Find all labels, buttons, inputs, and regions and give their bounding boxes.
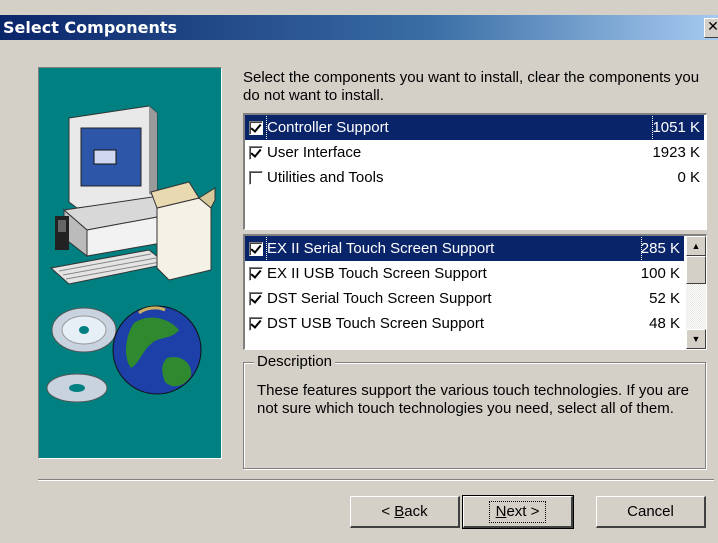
component-row-utilities-and-tools[interactable]: Utilities and Tools 0 K bbox=[245, 165, 704, 190]
scroll-up-button[interactable]: ▲ bbox=[686, 236, 706, 256]
subcomponents-list[interactable]: EX II Serial Touch Screen Support 285 K … bbox=[243, 234, 707, 350]
subcomponent-checkbox[interactable] bbox=[249, 266, 263, 281]
title-bar[interactable]: Select Components ✕ bbox=[0, 15, 718, 40]
subcomponents-scrollbar[interactable]: ▲ ▼ bbox=[686, 236, 706, 349]
component-label: User Interface bbox=[267, 144, 362, 161]
scroll-thumb[interactable] bbox=[686, 256, 706, 284]
computer-and-globe-illustration bbox=[46, 105, 216, 403]
next-mnemonic: N bbox=[495, 503, 507, 520]
cancel-button[interactable]: Cancel bbox=[596, 496, 706, 528]
description-legend: Description bbox=[254, 353, 336, 370]
subcomponent-label: DST Serial Touch Screen Support bbox=[267, 290, 492, 307]
back-prefix: < bbox=[381, 503, 395, 520]
component-size: 0 K bbox=[677, 169, 700, 186]
select-components-dialog: Select Components ✕ Select the component… bbox=[0, 0, 718, 543]
component-checkbox[interactable] bbox=[249, 145, 263, 160]
subcomponent-label: DST USB Touch Screen Support bbox=[267, 315, 485, 332]
component-size: 1051 K bbox=[652, 119, 700, 136]
instructions-text: Select the components you want to instal… bbox=[243, 69, 700, 104]
subcomponent-size: 100 K bbox=[640, 265, 680, 282]
description-group: Description These features support the v… bbox=[243, 353, 706, 469]
subcomponent-row-dst-serial[interactable]: DST Serial Touch Screen Support 52 K bbox=[245, 286, 684, 311]
subcomponent-checkbox[interactable] bbox=[249, 291, 263, 306]
subcomponent-checkbox[interactable] bbox=[249, 316, 263, 331]
next-rest: ext > bbox=[506, 503, 540, 520]
component-checkbox[interactable] bbox=[249, 120, 263, 135]
components-list[interactable]: Controller Support 1051 K User Interface… bbox=[243, 113, 707, 230]
component-row-user-interface[interactable]: User Interface 1923 K bbox=[245, 140, 704, 165]
description-text: These features support the various touch… bbox=[257, 382, 689, 417]
subcomponent-size: 52 K bbox=[649, 290, 680, 307]
component-row-controller-support[interactable]: Controller Support 1051 K bbox=[245, 115, 704, 141]
component-checkbox[interactable] bbox=[249, 170, 263, 185]
subcomponent-row-ex2-usb[interactable]: EX II USB Touch Screen Support 100 K bbox=[245, 261, 684, 286]
triangle-down-icon: ▼ bbox=[691, 334, 701, 344]
subcomponent-row-ex2-serial[interactable]: EX II Serial Touch Screen Support 285 K bbox=[245, 236, 684, 262]
subcomponent-checkbox[interactable] bbox=[249, 241, 263, 256]
subcomponent-size: 285 K bbox=[640, 240, 680, 257]
component-label: Controller Support bbox=[265, 115, 654, 141]
installer-illustration bbox=[38, 67, 222, 459]
subcomponent-label: EX II USB Touch Screen Support bbox=[267, 265, 487, 282]
back-rest: ack bbox=[404, 503, 428, 520]
triangle-up-icon: ▲ bbox=[691, 241, 701, 251]
component-label: Utilities and Tools bbox=[267, 169, 384, 186]
component-size: 1923 K bbox=[652, 144, 700, 161]
subcomponent-row-dst-usb[interactable]: DST USB Touch Screen Support 48 K bbox=[245, 311, 684, 336]
close-button[interactable]: ✕ bbox=[704, 18, 718, 38]
subcomponent-label: EX II Serial Touch Screen Support bbox=[266, 236, 642, 262]
back-button[interactable]: < Back bbox=[350, 496, 460, 528]
next-button[interactable]: Next > bbox=[462, 495, 574, 529]
window-title: Select Components bbox=[3, 18, 178, 37]
back-mnemonic: B bbox=[394, 503, 405, 520]
separator-line bbox=[38, 479, 714, 481]
scroll-down-button[interactable]: ▼ bbox=[686, 329, 706, 349]
subcomponent-size: 48 K bbox=[649, 315, 680, 332]
